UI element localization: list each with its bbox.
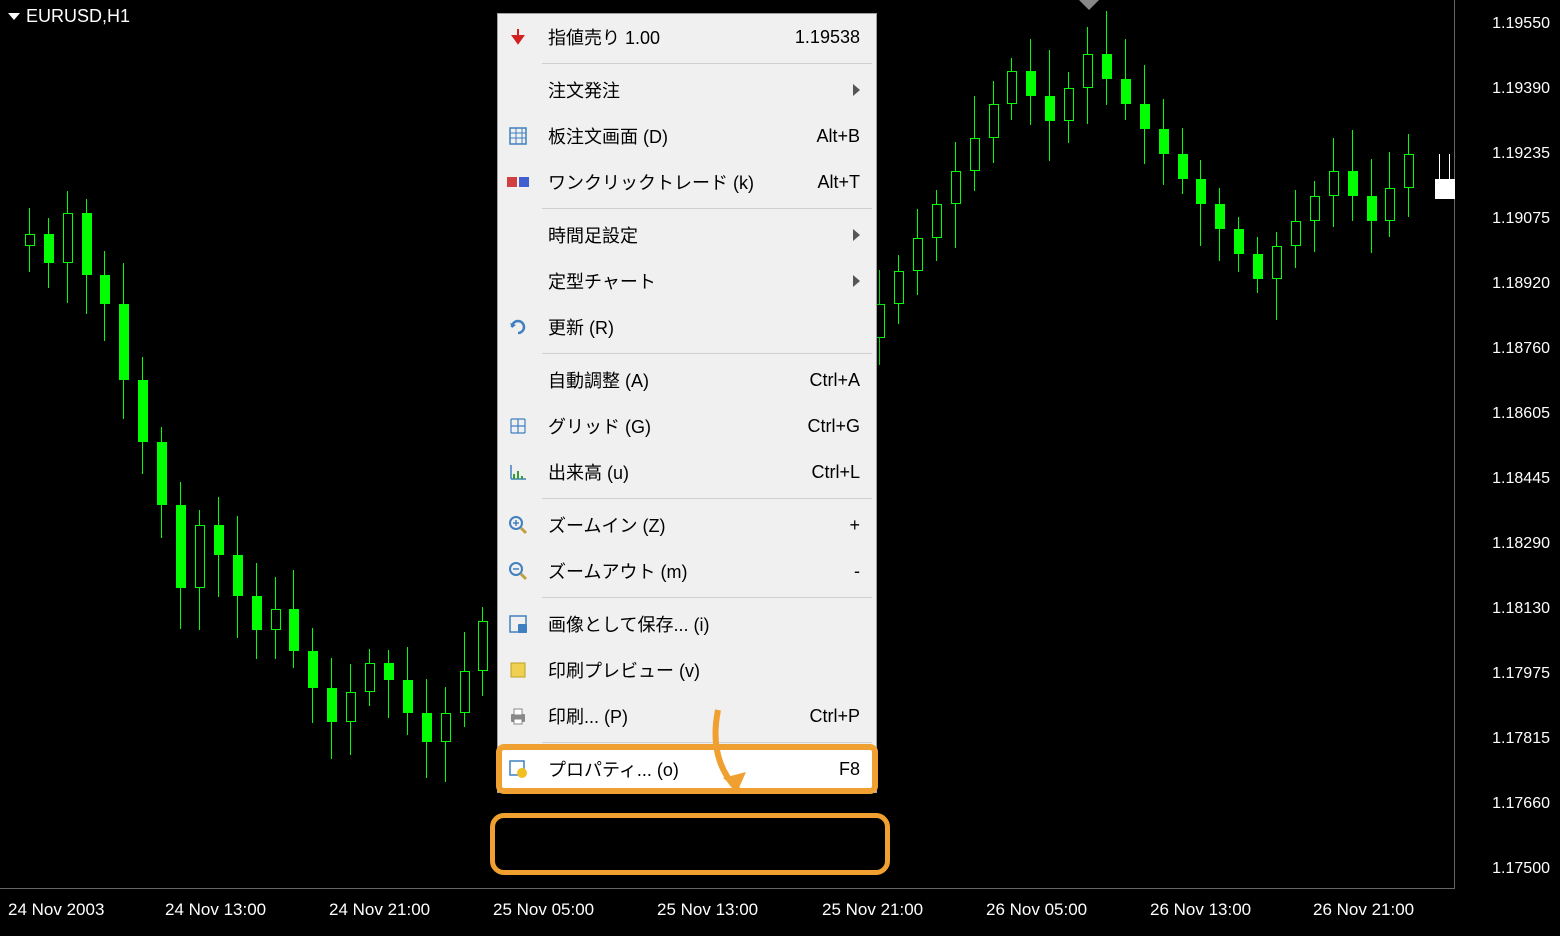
time-axis: 24 Nov 2003 24 Nov 13:00 24 Nov 21:00 25 No… xyxy=(0,889,1560,936)
price-axis-label: 1.19550 xyxy=(1492,15,1550,33)
menu-item-shortcut: 1.19538 xyxy=(795,27,860,48)
chart-title: EURUSD,H1 xyxy=(8,6,130,27)
menu-item-label: 注文発注 xyxy=(548,77,853,103)
menu-item-label: 更新 (R) xyxy=(548,314,860,340)
time-axis-label: 24 Nov 13:00 xyxy=(165,900,266,920)
menu-item-shortcut: Ctrl+P xyxy=(809,706,860,727)
price-axis-label: 1.18290 xyxy=(1492,535,1550,553)
chart-context-menu: 指値売り 1.001.19538注文発注板注文画面 (D)Alt+Bワンクリック… xyxy=(497,13,877,793)
refresh-icon xyxy=(506,315,530,339)
menu-item[interactable]: 出来高 (u)Ctrl+L xyxy=(498,449,876,495)
time-axis-label: 24 Nov 21:00 xyxy=(329,900,430,920)
menu-item[interactable]: ズームアウト (m)- xyxy=(498,548,876,594)
price-axis-label: 1.17815 xyxy=(1492,730,1550,748)
menu-item-label: 画像として保存... (i) xyxy=(548,611,860,637)
menu-item-label: 印刷プレビュー (v) xyxy=(548,657,860,683)
menu-item-shortcut: Alt+T xyxy=(817,172,860,193)
price-axis-label: 1.18760 xyxy=(1492,340,1550,358)
price-axis-label: 1.19235 xyxy=(1492,145,1550,163)
menu-item-label: 出来高 (u) xyxy=(548,459,811,485)
print-icon xyxy=(506,704,530,728)
zoom-out-icon xyxy=(506,559,530,583)
save-image-icon xyxy=(506,612,530,636)
price-axis-label: 1.18605 xyxy=(1492,405,1550,423)
board-icon xyxy=(506,124,530,148)
menu-item[interactable]: 板注文画面 (D)Alt+B xyxy=(498,113,876,159)
price-axis-label: 1.18920 xyxy=(1492,275,1550,293)
menu-item-label: 板注文画面 (D) xyxy=(548,123,816,149)
menu-separator xyxy=(542,208,872,209)
submenu-arrow-icon xyxy=(853,275,860,287)
menu-item-shortcut: Ctrl+G xyxy=(807,416,860,437)
menu-item-label: 時間足設定 xyxy=(548,222,853,248)
zoom-in-icon xyxy=(506,513,530,537)
menu-item-label: 印刷... (P) xyxy=(548,703,809,729)
time-axis-label: 26 Nov 05:00 xyxy=(986,900,1087,920)
menu-item[interactable]: 指値売り 1.001.19538 xyxy=(498,14,876,60)
menu-item[interactable]: 定型チャート xyxy=(498,258,876,304)
chart-symbol-label: EURUSD,H1 xyxy=(26,6,130,27)
menu-item[interactable]: 印刷... (P)Ctrl+P xyxy=(498,693,876,739)
menu-item[interactable]: 時間足設定 xyxy=(498,212,876,258)
price-axis-label: 1.19390 xyxy=(1492,80,1550,98)
submenu-arrow-icon xyxy=(853,84,860,96)
menu-item-label: 定型チャート xyxy=(548,268,853,294)
menu-item[interactable]: プロパティ... (o)F8 xyxy=(498,746,876,792)
menu-item-shortcut: Ctrl+L xyxy=(811,462,860,483)
menu-item[interactable]: 印刷プレビュー (v) xyxy=(498,647,876,693)
top-marker-icon xyxy=(1079,0,1099,10)
menu-item[interactable]: 画像として保存... (i) xyxy=(498,601,876,647)
menu-item[interactable]: 更新 (R) xyxy=(498,304,876,350)
time-axis-label: 26 Nov 21:00 xyxy=(1313,900,1414,920)
menu-item[interactable]: ズームイン (Z)+ xyxy=(498,502,876,548)
menu-item-shortcut: + xyxy=(849,515,860,536)
menu-item-label: グリッド (G) xyxy=(548,413,807,439)
submenu-arrow-icon xyxy=(853,229,860,241)
price-axis: 1.19550 1.19390 1.19235 1.19075 1.18920 1.187… xyxy=(1455,0,1560,889)
grid-icon xyxy=(506,414,530,438)
volume-icon xyxy=(506,460,530,484)
price-axis-label: 1.17660 xyxy=(1492,795,1550,813)
menu-item-shortcut: F8 xyxy=(839,759,860,780)
time-axis-label: 24 Nov 2003 xyxy=(8,900,104,920)
price-axis-label: 1.18130 xyxy=(1492,600,1550,618)
time-axis-label: 25 Nov 05:00 xyxy=(493,900,594,920)
print-preview-icon xyxy=(506,658,530,682)
menu-separator xyxy=(542,742,872,743)
sell-arrow-icon xyxy=(506,25,530,49)
menu-item[interactable]: 自動調整 (A)Ctrl+A xyxy=(498,357,876,403)
menu-item-label: ワンクリックトレード (k) xyxy=(548,169,817,195)
menu-separator xyxy=(542,353,872,354)
menu-item-shortcut: Ctrl+A xyxy=(809,370,860,391)
menu-item[interactable]: 注文発注 xyxy=(498,67,876,113)
menu-item-label: プロパティ... (o) xyxy=(548,756,839,782)
menu-item-shortcut: Alt+B xyxy=(816,126,860,147)
one-click-icon xyxy=(506,170,530,194)
menu-item[interactable]: グリッド (G)Ctrl+G xyxy=(498,403,876,449)
dropdown-triangle-icon xyxy=(8,13,20,20)
menu-item[interactable]: ワンクリックトレード (k)Alt+T xyxy=(498,159,876,205)
menu-separator xyxy=(542,498,872,499)
menu-item-label: ズームイン (Z) xyxy=(548,512,849,538)
menu-separator xyxy=(542,597,872,598)
price-axis-label: 1.18445 xyxy=(1492,470,1550,488)
price-axis-label: 1.19075 xyxy=(1492,210,1550,228)
menu-separator xyxy=(542,63,872,64)
menu-item-label: 指値売り 1.00 xyxy=(548,24,795,50)
price-axis-label: 1.17500 xyxy=(1492,860,1550,878)
menu-item-label: 自動調整 (A) xyxy=(548,367,809,393)
properties-icon xyxy=(506,757,530,781)
time-axis-label: 25 Nov 13:00 xyxy=(657,900,758,920)
time-axis-label: 26 Nov 13:00 xyxy=(1150,900,1251,920)
price-axis-label: 1.17975 xyxy=(1492,665,1550,683)
menu-item-shortcut: - xyxy=(854,561,860,582)
menu-item-label: ズームアウト (m) xyxy=(548,558,854,584)
time-axis-label: 25 Nov 21:00 xyxy=(822,900,923,920)
